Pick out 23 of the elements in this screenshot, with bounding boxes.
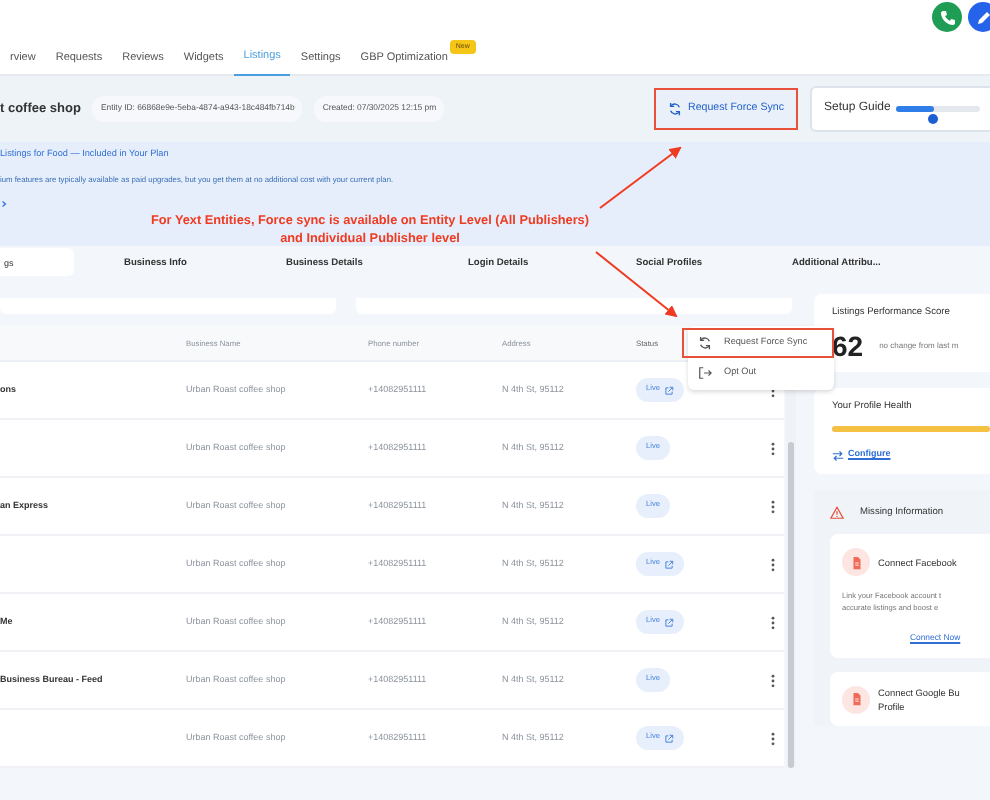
external-link-icon (663, 617, 674, 627)
vertical-dots-icon (766, 439, 780, 457)
phone-icon[interactable] (932, 2, 962, 32)
annotation-arrow (599, 146, 682, 209)
sync-icon (698, 336, 712, 350)
external-link-icon (663, 559, 674, 569)
chevron-icon (0, 199, 8, 208)
document-icon (842, 685, 870, 714)
swap-arrows-icon (832, 449, 844, 462)
vertical-dots-icon (766, 671, 780, 689)
vertical-dots-icon (766, 729, 780, 747)
vertical-dots-icon (766, 497, 780, 515)
sync-icon (668, 102, 682, 116)
scrollbar-thumb[interactable] (788, 442, 794, 768)
document-icon (842, 548, 870, 577)
vertical-dots-icon (766, 613, 780, 631)
external-link-icon (663, 733, 674, 743)
vertical-dots-icon (766, 555, 780, 573)
exit-icon (698, 366, 712, 380)
warning-icon (830, 506, 844, 521)
pencil-icon[interactable] (968, 2, 990, 32)
score-value: 62 (832, 332, 864, 361)
external-link-icon (663, 385, 674, 395)
